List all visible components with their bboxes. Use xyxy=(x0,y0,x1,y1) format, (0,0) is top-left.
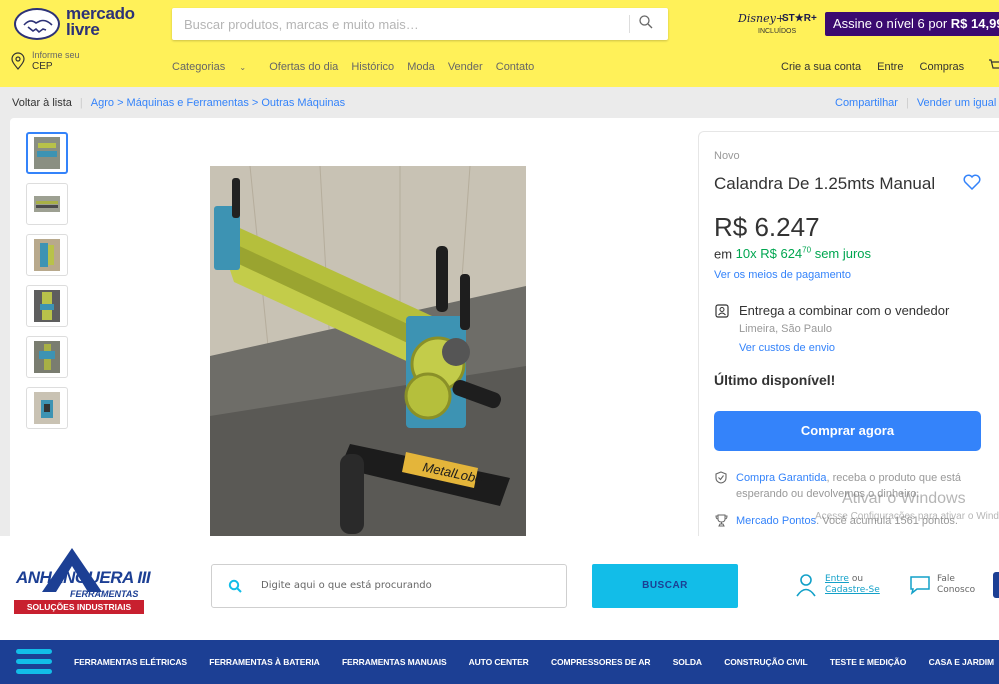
category-auto-center[interactable]: AUTO CENTER xyxy=(469,657,529,667)
nav-categorias[interactable]: Categorias ⌄ xyxy=(172,61,256,73)
share-bar: Compartilhar | Vender um igual xyxy=(835,97,996,109)
share-link[interactable]: Compartilhar xyxy=(835,97,898,109)
category-ferramentas-bateria[interactable]: FERRAMENTAS À BATERIA xyxy=(209,657,320,667)
purchase-guarantee-link[interactable]: Compra Garantida xyxy=(736,472,827,484)
ml-header: mercado livre Buscar produtos, marcas e … xyxy=(0,0,999,87)
anhanguera-search-placeholder: Digite aqui o que está procurando xyxy=(261,580,432,591)
breadcrumb: Voltar à lista | Agro > Máquinas e Ferrame… xyxy=(12,97,345,109)
logo-solucoes: SOLUÇÕES INDUSTRIAIS xyxy=(14,600,144,614)
category-teste-medicao[interactable]: TESTE E MEDIÇÃO xyxy=(830,657,907,667)
category-construcao-civil[interactable]: CONSTRUÇÃO CIVIL xyxy=(724,657,808,667)
favorite-heart-icon[interactable] xyxy=(963,174,981,195)
star-plus-logo: ST★R+ xyxy=(782,13,817,24)
create-account-link[interactable]: Crie a sua conta xyxy=(781,61,861,73)
category-casa-jardim[interactable]: CASA E JARDIM xyxy=(929,657,995,667)
thumbnail-list xyxy=(26,132,70,438)
page: mercado livre Buscar produtos, marcas e … xyxy=(0,0,999,684)
shipping-costs-link[interactable]: Ver custos de envio xyxy=(739,342,835,354)
thumbnail-1[interactable] xyxy=(26,132,68,174)
login-link[interactable]: Entre xyxy=(877,61,903,73)
buy-box: Novo Calandra De 1.25mts Manual R$ 6.247… xyxy=(698,131,999,536)
last-available-label: Último disponível! xyxy=(714,372,836,388)
ml-search-placeholder: Buscar produtos, marcas e muito mais… xyxy=(184,17,419,32)
divider xyxy=(629,15,630,33)
category-path-link[interactable]: Agro > Máquinas e Ferramentas > Outras M… xyxy=(91,97,345,109)
user-icon[interactable] xyxy=(795,573,817,602)
category-ferramentas-manuais[interactable]: FERRAMENTAS MANUAIS xyxy=(342,657,447,667)
category-nav: FERRAMENTAS ELÉTRICAS FERRAMENTAS À BATE… xyxy=(0,640,999,684)
menu-hamburger-icon[interactable] xyxy=(16,649,52,675)
buscar-button[interactable]: BUSCAR xyxy=(592,564,738,608)
promo-text: Assine o nível 6 por xyxy=(833,16,951,31)
condition-label: Novo xyxy=(714,150,740,162)
disney-included-label: INCLUÍDOS xyxy=(758,28,797,35)
search-icon xyxy=(228,579,242,598)
installment-value: 10x R$ 62470 sem juros xyxy=(735,246,872,262)
anhanguera-header: ANHANGUERA III FERRAMENTAS SOLUÇÕES INDU… xyxy=(0,536,999,684)
nav-historico[interactable]: Histórico xyxy=(351,61,394,73)
cep-label: Informe seu xyxy=(32,50,80,60)
anhanguera-search-input[interactable]: Digite aqui o que está procurando xyxy=(211,564,567,608)
ml-search-input[interactable]: Buscar produtos, marcas e muito mais… xyxy=(172,8,668,40)
chevron-down-icon: ⌄ xyxy=(237,63,247,72)
delivery-icon xyxy=(715,304,729,323)
handshake-icon xyxy=(14,8,60,40)
nav-ofertas[interactable]: Ofertas do dia xyxy=(269,61,338,73)
nav-moda[interactable]: Moda xyxy=(407,61,435,73)
location-pin-icon xyxy=(11,52,25,70)
shield-check-icon xyxy=(715,471,727,489)
anhanguera-logo[interactable]: ANHANGUERA III FERRAMENTAS SOLUÇÕES INDU… xyxy=(14,548,151,622)
separator: | xyxy=(79,97,83,109)
category-ferramentas-eletricas[interactable]: FERRAMENTAS ELÉTRICAS xyxy=(74,657,187,667)
ml-logo-text: mercado livre xyxy=(66,4,135,39)
purchases-link[interactable]: Compras xyxy=(920,61,965,73)
thumbnail-3[interactable] xyxy=(26,234,68,276)
thumbnail-2[interactable] xyxy=(26,183,68,225)
disney-star-badge[interactable]: Disney+ ST★R+ INCLUÍDOS xyxy=(738,12,818,40)
search-icon[interactable] xyxy=(638,14,660,34)
login-link[interactable]: Entre xyxy=(825,574,849,584)
separator: | xyxy=(905,97,909,109)
register-link[interactable]: Cadastre-Se xyxy=(825,585,880,595)
trophy-icon xyxy=(715,514,728,532)
buy-now-button[interactable]: Comprar agora xyxy=(714,411,981,451)
category-list: FERRAMENTAS ELÉTRICAS FERRAMENTAS À BATE… xyxy=(74,657,999,667)
chat-icon[interactable] xyxy=(909,575,931,600)
product-panel: MetalLobo Novo Calandra De 1.25mts Manua… xyxy=(10,118,999,536)
back-to-list-link[interactable]: Voltar à lista xyxy=(12,97,72,109)
nav-vender[interactable]: Vender xyxy=(448,61,483,73)
windows-activation-watermark: Ativar o Windows xyxy=(842,490,966,507)
price: R$ 6.247 xyxy=(714,212,820,242)
cep-value: CEP xyxy=(32,61,53,72)
sell-similar-link[interactable]: Vender um igual xyxy=(917,97,997,109)
thumbnail-6[interactable] xyxy=(26,387,68,429)
product-main-image[interactable]: MetalLobo xyxy=(210,166,526,536)
subscribe-promo-banner[interactable]: Assine o nível 6 por R$ 14,99 xyxy=(825,12,999,36)
side-tab[interactable] xyxy=(993,572,999,598)
contact-us[interactable]: Fale Conosco xyxy=(937,574,975,596)
logo-ferramentas: FERRAMENTAS xyxy=(70,589,139,599)
mercado-points-link[interactable]: Mercado Pontos xyxy=(736,515,816,527)
ml-nav: Categorias ⌄ Ofertas do dia Histórico Mo… xyxy=(172,61,544,73)
promo-price: R$ 14,99 xyxy=(950,16,999,31)
category-solda[interactable]: SOLDA xyxy=(673,657,702,667)
ml-logo[interactable]: mercado livre xyxy=(14,4,142,42)
seller-city: Limeira, São Paulo xyxy=(739,323,832,335)
cep-selector[interactable]: Informe seu CEP xyxy=(10,50,88,78)
cart-icon[interactable] xyxy=(988,58,999,77)
ml-user-nav: Crie a sua conta Entre Compras xyxy=(781,61,977,73)
disney-logo: Disney+ xyxy=(738,12,786,25)
thumbnail-4[interactable] xyxy=(26,285,68,327)
product-title: Calandra De 1.25mts Manual xyxy=(714,174,936,193)
thumbnail-5[interactable] xyxy=(26,336,68,378)
category-compressores[interactable]: COMPRESSORES DE AR xyxy=(551,657,651,667)
delivery-text: Entrega a combinar com o vendedor xyxy=(739,303,950,318)
installments: em 10x R$ 62470 sem juros xyxy=(714,246,872,262)
login-register: Entre ou Cadastre-Se xyxy=(825,574,880,595)
nav-contato[interactable]: Contato xyxy=(496,61,535,73)
windows-activation-subtext: Acesse Configurações para ativar o Windo… xyxy=(815,511,999,522)
logo-name: ANHANGUERA III xyxy=(16,568,151,587)
payment-methods-link[interactable]: Ver os meios de pagamento xyxy=(714,269,851,281)
